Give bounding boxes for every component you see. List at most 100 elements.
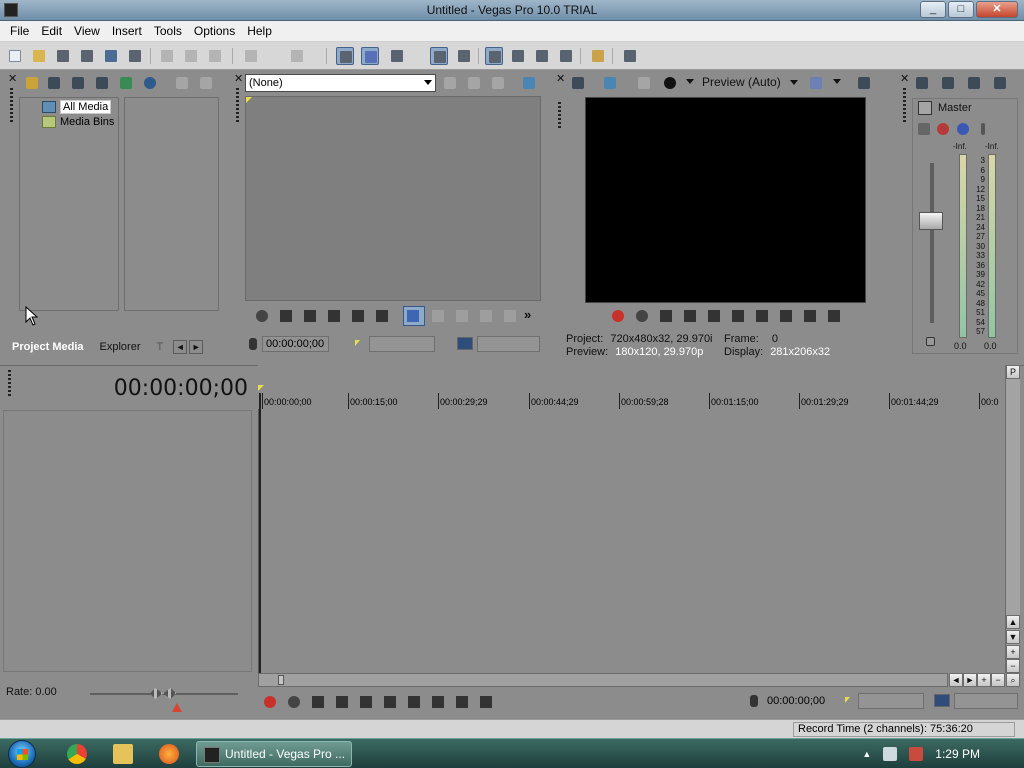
split-screen-icon[interactable] (662, 75, 678, 91)
firefox-icon[interactable] (159, 744, 179, 764)
trimmer-canvas[interactable] (245, 96, 541, 301)
scroll-left-button[interactable]: ◄ (949, 673, 963, 687)
media-fx-icon[interactable] (118, 75, 134, 91)
preview-quality-dropdown[interactable]: Preview (Auto) (702, 75, 799, 89)
cut-icon[interactable] (158, 47, 176, 65)
taskbar-vegas-button[interactable]: Untitled - Vegas Pro ... (196, 741, 352, 767)
record-icon[interactable] (261, 693, 279, 711)
master-bus-icon[interactable] (918, 101, 932, 115)
trimmer-timecode[interactable]: 00:00:00;00 (262, 336, 329, 352)
more-controls-icon[interactable]: » (524, 307, 531, 322)
vertical-scrollbar[interactable]: P ▲ ▼ + − (1005, 365, 1020, 673)
clock[interactable]: 1:29 PM (935, 747, 980, 761)
chrome-icon[interactable] (67, 744, 87, 764)
mixer-close-icon[interactable]: ✕ (900, 72, 909, 85)
whats-this-help-icon[interactable] (621, 47, 639, 65)
mixer-drag-handle[interactable] (903, 88, 906, 124)
master-mute-icon[interactable] (935, 121, 951, 137)
scroll-up-button[interactable]: ▲ (1006, 615, 1020, 629)
clear-trimmer-icon[interactable] (490, 75, 506, 91)
preview-drag-handle[interactable] (558, 102, 561, 130)
zoom-track-in-button[interactable]: + (1006, 645, 1020, 659)
zoom-track-out-button[interactable]: − (1006, 659, 1020, 673)
render-as-icon[interactable] (102, 47, 120, 65)
go-to-start-icon[interactable] (405, 693, 423, 711)
marker-bar[interactable] (258, 365, 1005, 393)
loop-playback-icon[interactable] (285, 693, 303, 711)
mixer-properties-icon[interactable] (914, 75, 930, 91)
trim-out-icon[interactable] (453, 307, 471, 325)
tab-explorer[interactable]: Explorer (92, 338, 149, 356)
import-media-icon[interactable] (24, 75, 40, 91)
external-monitor-icon[interactable] (602, 75, 618, 91)
auto-ripple-icon[interactable] (336, 47, 354, 65)
close-button[interactable]: ✕ (976, 1, 1018, 18)
lock-envelopes-icon[interactable] (361, 47, 379, 65)
preview-properties-icon[interactable] (570, 75, 586, 91)
tree-item-all-media[interactable]: All Media (42, 100, 112, 114)
panel-close-icon[interactable]: ✕ (8, 72, 17, 85)
dim-output-icon[interactable] (966, 75, 982, 91)
menu-file[interactable]: File (4, 24, 35, 38)
stop-icon[interactable] (381, 693, 399, 711)
stop-icon[interactable] (729, 307, 747, 325)
master-fader[interactable] (919, 212, 943, 230)
zoom-in-button[interactable]: + (977, 673, 991, 687)
loop-playback-icon[interactable] (253, 307, 271, 325)
trimmer-display-icon[interactable] (521, 75, 537, 91)
selection-edit-tool-icon[interactable] (533, 47, 551, 65)
bus-fx-icon[interactable] (916, 121, 932, 137)
ignore-grouping-icon[interactable] (455, 47, 473, 65)
lock-icon[interactable] (926, 337, 935, 346)
trimmer-fx-icon[interactable] (466, 75, 482, 91)
audio-waveform-icon[interactable] (501, 307, 519, 325)
previous-frame-icon[interactable] (453, 693, 471, 711)
trimmer-close-icon[interactable]: ✕ (234, 72, 243, 85)
go-to-end-icon[interactable] (777, 307, 795, 325)
timeline-drag-handle[interactable] (8, 370, 11, 396)
show-hidden-icons-icon[interactable]: ▲ (862, 749, 871, 759)
trimmer-in-field[interactable] (369, 336, 435, 352)
new-project-icon[interactable] (6, 47, 24, 65)
network-icon[interactable] (883, 747, 898, 761)
go-to-start-icon[interactable] (373, 307, 391, 325)
redo-icon[interactable] (288, 47, 306, 65)
pause-icon[interactable] (357, 693, 375, 711)
search-media-icon[interactable] (142, 75, 158, 91)
tab-prev-button[interactable]: ◄ (173, 340, 188, 354)
scroll-thumb[interactable] (278, 675, 284, 685)
envelope-edit-tool-icon[interactable] (509, 47, 527, 65)
selection-length-field[interactable] (954, 693, 1018, 709)
start-button[interactable] (8, 740, 36, 768)
trimmer-drag-handle[interactable] (236, 88, 239, 124)
zoom-tool-icon[interactable]: ⌕ (1006, 673, 1020, 687)
overlays-icon[interactable] (808, 75, 824, 91)
next-frame-icon[interactable] (825, 307, 843, 325)
pause-icon[interactable] (705, 307, 723, 325)
panel-drag-handle[interactable] (10, 88, 13, 124)
trimmer-media-dropdown[interactable]: (None) (245, 74, 436, 92)
previous-frame-icon[interactable] (801, 307, 819, 325)
minimize-button[interactable]: _ (920, 1, 946, 18)
play-from-start-icon[interactable] (277, 307, 295, 325)
get-media-from-web-icon[interactable] (70, 75, 86, 91)
media-list[interactable] (124, 97, 219, 311)
selection-start-field[interactable] (858, 693, 924, 709)
maximize-button[interactable]: □ (948, 1, 974, 18)
pause-icon[interactable] (325, 307, 343, 325)
copy-icon[interactable] (182, 47, 200, 65)
add-to-timeline-icon[interactable] (442, 75, 458, 91)
menu-tools[interactable]: Tools (148, 24, 188, 38)
tab-transitions[interactable]: T (149, 338, 172, 356)
play-from-start-icon[interactable] (309, 693, 327, 711)
properties-icon[interactable] (126, 47, 144, 65)
split-screen-dropdown-icon[interactable] (686, 79, 694, 84)
play-icon[interactable] (333, 693, 351, 711)
remove-unused-media-icon[interactable] (94, 75, 110, 91)
media-properties-icon[interactable] (198, 75, 214, 91)
play-from-start-icon[interactable] (657, 307, 675, 325)
trim-both-icon[interactable] (477, 307, 495, 325)
menu-options[interactable]: Options (188, 24, 241, 38)
master-solo-icon[interactable] (955, 121, 971, 137)
loop-playback-icon[interactable] (633, 307, 651, 325)
